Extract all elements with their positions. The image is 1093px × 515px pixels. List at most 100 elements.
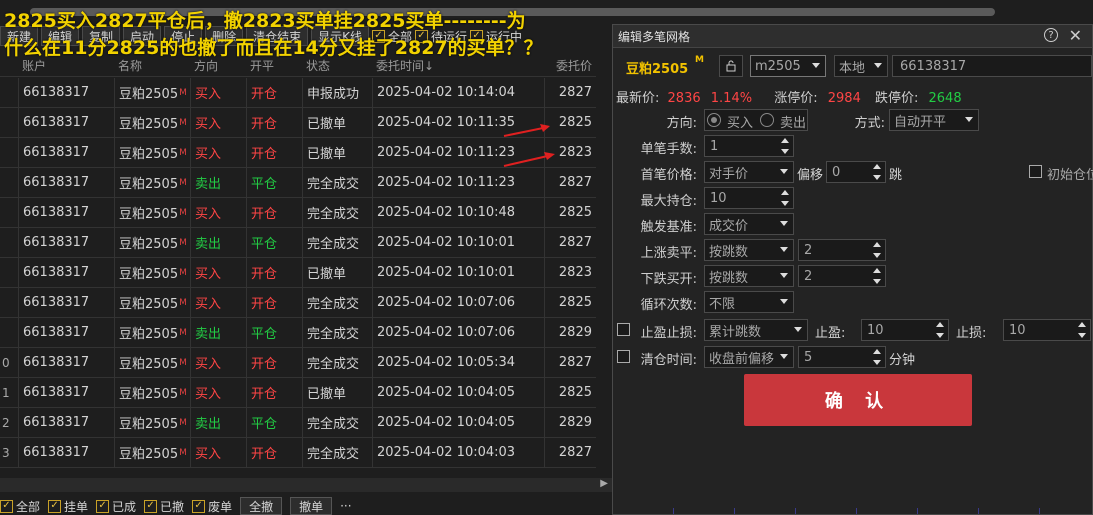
spin-up-icon[interactable] [873, 242, 881, 247]
name-text: 豆粕2505 [119, 297, 179, 312]
table-row[interactable]: 0 66138317 豆粕2505 M 买入 开仓 完全成交 2025-04-02 10:05… [0, 348, 596, 378]
fall-value-stepper[interactable]: 2 [798, 265, 886, 287]
market-mark: M [179, 447, 187, 458]
spin-down-icon[interactable] [873, 253, 881, 258]
max-position-stepper[interactable]: 10 [704, 187, 794, 209]
take-profit-stepper[interactable]: 10 [861, 319, 949, 341]
bottom-filter-filled[interactable]: ✓ 已成 [96, 498, 136, 515]
check-icon: ✓ [144, 499, 158, 513]
cell-open-close: 开仓 [246, 288, 302, 317]
table-row[interactable]: 66138317 豆粕2505 M 买入 开仓 完全成交 2025-04-02 10:10:… [0, 198, 596, 228]
qty-stepper[interactable]: 1 [704, 135, 794, 157]
spin-down-icon[interactable] [873, 360, 881, 365]
clear-time-checkbox[interactable] [617, 350, 630, 363]
chevron-down-icon [780, 299, 788, 304]
table-row[interactable]: 1 66138317 豆粕2505 M 买入 开仓 已撤单 2025-04-02 10:04:… [0, 378, 596, 408]
table-row[interactable]: 66138317 豆粕2505 M 卖出 平仓 完全成交 2025-04-02 10:11:… [0, 168, 596, 198]
table-row[interactable]: 2 66138317 豆粕2505 M 卖出 平仓 完全成交 2025-04-02 10:04… [0, 408, 596, 438]
chevron-down-icon [780, 273, 788, 278]
account-field[interactable]: 66138317 [892, 55, 1092, 77]
bottom-filter-pending[interactable]: ✓ 挂单 [48, 498, 88, 515]
spin-down-icon[interactable] [781, 149, 789, 154]
row-index: 3 [2, 445, 10, 460]
cell-account: 66138317 [18, 288, 114, 317]
spin-up-icon[interactable] [873, 164, 881, 169]
spin-up-icon[interactable] [781, 190, 789, 195]
limit-up-label: 涨停价: [774, 91, 818, 106]
fall-mode-select[interactable]: 按跳数 [704, 265, 794, 287]
latest-price: 2836 [667, 91, 701, 106]
spin-up-icon[interactable] [936, 322, 944, 327]
clear-minutes-stepper[interactable]: 5 [798, 346, 886, 368]
buy-radio[interactable] [707, 113, 721, 127]
first-price-select[interactable]: 对手价 [704, 161, 794, 183]
bottom-filter-rejected[interactable]: ✓ 废单 [192, 498, 232, 515]
table-row[interactable]: 66138317 豆粕2505 M 买入 开仓 已撤单 2025-04-02 10:10:0… [0, 258, 596, 288]
symbol-mark: M [695, 55, 704, 65]
dialog-title-bar[interactable]: 编辑多笔网格 [613, 25, 1092, 48]
stop-loss-stepper[interactable]: 10 [1003, 319, 1091, 341]
cell-order-time: 2025-04-02 10:05:34 [372, 348, 544, 377]
contract-select[interactable]: m2505 [750, 55, 826, 77]
cell-direction: 买入 [190, 378, 246, 407]
more-icon[interactable]: ··· [340, 499, 351, 513]
spin-up-icon[interactable] [1078, 322, 1086, 327]
lock-icon[interactable] [719, 55, 743, 77]
minute-label: 分钟 [889, 353, 916, 368]
method-label: 方式: [854, 116, 885, 131]
cell-name: 豆粕2505 M [114, 138, 190, 167]
spin-down-icon[interactable] [873, 279, 881, 284]
cell-direction: 买入 [190, 78, 246, 107]
table-row[interactable]: 66138317 豆粕2505 M 卖出 平仓 完全成交 2025-04-02 10:07:… [0, 318, 596, 348]
bottom-filter-all[interactable]: ✓ 全部 [0, 498, 40, 515]
header-order-price[interactable]: 委托价 [544, 57, 596, 74]
spin-up-icon[interactable] [873, 349, 881, 354]
table-row[interactable]: 3 66138317 豆粕2505 M 买入 开仓 完全成交 2025-04-02 10:04… [0, 438, 596, 468]
table-row[interactable]: 66138317 豆粕2505 M 买入 开仓 完全成交 2025-04-02 10:07:… [0, 288, 596, 318]
bottom-filter-cancelled[interactable]: ✓ 已撤 [144, 498, 184, 515]
close-icon[interactable]: ✕ [1069, 26, 1082, 45]
rise-value-stepper[interactable]: 2 [798, 239, 886, 261]
cell-direction: 买入 [190, 198, 246, 227]
cell-status: 完全成交 [302, 228, 372, 257]
help-icon[interactable]: ? [1044, 28, 1058, 42]
market-mark: M [179, 207, 187, 218]
cell-status: 完全成交 [302, 198, 372, 227]
sell-radio[interactable] [760, 113, 774, 127]
chevron-down-icon [780, 247, 788, 252]
cell-status: 完全成交 [302, 168, 372, 197]
spin-up-icon[interactable] [781, 138, 789, 143]
loop-select[interactable]: 不限 [704, 291, 794, 313]
scroll-right-icon[interactable]: ▶ [600, 478, 608, 489]
cell-account: 66138317 [18, 348, 114, 377]
cell-name: 豆粕2505 M [114, 198, 190, 227]
spin-down-icon[interactable] [936, 333, 944, 338]
confirm-button[interactable]: 确 认 [744, 374, 972, 426]
offset-stepper[interactable]: 0 [826, 161, 886, 183]
clear-mode-value: 收盘前偏移 [709, 351, 775, 367]
spin-up-icon[interactable] [873, 268, 881, 273]
spin-down-icon[interactable] [781, 201, 789, 206]
horizontal-scrollbar[interactable]: ▶ [0, 478, 612, 492]
spin-down-icon[interactable] [873, 175, 881, 180]
initial-position-checkbox[interactable] [1029, 165, 1042, 178]
cell-open-close: 开仓 [246, 348, 302, 377]
cancel-all-button[interactable]: 全撤 [240, 497, 283, 515]
cell-account: 66138317 [18, 438, 114, 467]
tpsl-mode-select[interactable]: 累计跳数 [704, 319, 808, 341]
clear-mode-select[interactable]: 收盘前偏移 [704, 346, 794, 368]
spin-down-icon[interactable] [1078, 333, 1086, 338]
method-select[interactable]: 自动开平 [889, 109, 979, 131]
cell-order-time: 2025-04-02 10:11:23 [372, 168, 544, 197]
cell-direction: 卖出 [190, 168, 246, 197]
chevron-down-icon [780, 354, 788, 359]
table-row[interactable]: 66138317 豆粕2505 M 卖出 平仓 完全成交 2025-04-02 10:10:… [0, 228, 596, 258]
cancel-order-button[interactable]: 撤单 [290, 497, 333, 515]
chevron-down-icon [794, 327, 802, 332]
rise-mode-select[interactable]: 按跳数 [704, 239, 794, 261]
cell-open-close: 平仓 [246, 318, 302, 347]
mode-select[interactable]: 本地 [834, 55, 888, 77]
trigger-select[interactable]: 成交价 [704, 213, 794, 235]
table-row[interactable]: 66138317 豆粕2505 M 买入 开仓 申报成功 2025-04-02 10:14:… [0, 78, 596, 108]
tpsl-checkbox[interactable] [617, 323, 630, 336]
